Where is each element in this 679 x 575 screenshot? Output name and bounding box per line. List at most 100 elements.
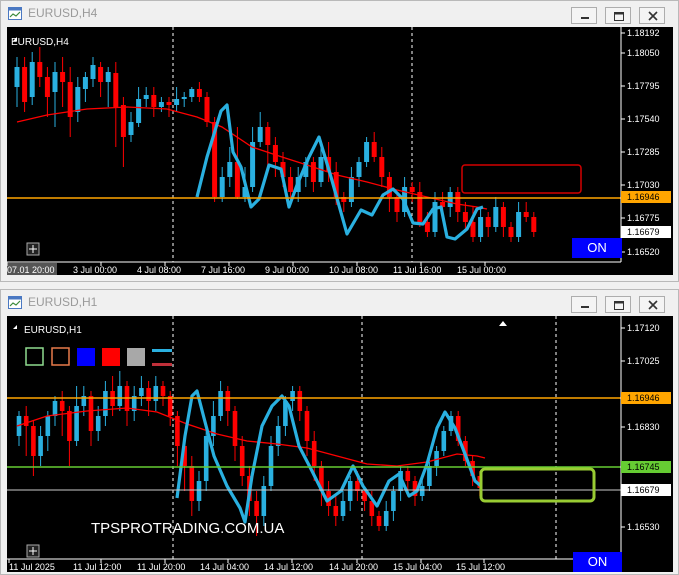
candle: [419, 486, 425, 496]
time-axis-label: 11 Jul 12:00: [73, 562, 121, 572]
candle: [310, 162, 316, 182]
collapse-triangle-icon: [13, 325, 17, 329]
time-axis-label: 10 Jul 08:00: [329, 265, 378, 275]
candle: [113, 73, 119, 107]
on-toggle-button[interactable]: ON: [573, 552, 622, 572]
level-price-label: 1.16946: [627, 192, 660, 202]
time-axis-label: 15 Jul 12:00: [456, 562, 505, 572]
time-axis-label: 15 Jul 00:00: [457, 265, 506, 275]
chart-symbol-label: EURUSD,H1: [24, 325, 82, 336]
current-price-label: 1.16679: [627, 227, 660, 237]
price-axis-label: 1.17795: [627, 81, 660, 91]
color-fill-gray-button[interactable]: [127, 348, 145, 366]
supply-zone-rect[interactable]: [461, 164, 582, 194]
title-bar[interactable]: EURUSD,H1: [1, 290, 678, 316]
price-axis-label: 1.17540: [627, 114, 660, 124]
window-title: EURUSD,H4: [28, 6, 98, 20]
candle: [394, 197, 400, 212]
time-axis-label: 14 Jul 12:00: [264, 562, 313, 572]
color-fill-red-button[interactable]: [102, 348, 120, 366]
demand-zone-rect[interactable]: [479, 467, 596, 503]
title-bar[interactable]: EURUSD,H4: [1, 1, 678, 27]
candle: [257, 127, 263, 142]
candle: [95, 416, 101, 431]
candle: [356, 162, 362, 177]
on-toggle-button[interactable]: ON: [572, 238, 622, 258]
candle: [376, 516, 382, 526]
chart-symbol-label: EURUSD,H4: [11, 37, 69, 48]
color-outline-green-button[interactable]: [25, 347, 44, 366]
candle: [275, 426, 281, 446]
candle: [462, 212, 468, 222]
line-style-button[interactable]: [152, 349, 172, 366]
candle: [45, 416, 51, 436]
candle: [60, 72, 66, 82]
price-axis-label: 1.17285: [627, 147, 660, 157]
color-outline-orange-button[interactable]: [51, 347, 70, 366]
candle: [189, 466, 195, 501]
price-chart-h1[interactable]: EURUSD,H1 1.171201.170251.168301.166301.…: [7, 316, 673, 572]
restore-button[interactable]: [605, 7, 631, 24]
candle: [90, 65, 96, 79]
chart-canvas[interactable]: EURUSD,H1 1.171201.170251.168301.166301.…: [7, 316, 673, 572]
candle: [143, 95, 149, 99]
window-title: EURUSD,H1: [28, 295, 98, 309]
candle: [227, 162, 233, 177]
candle: [139, 388, 144, 396]
candle: [218, 391, 223, 416]
candle: [347, 481, 353, 501]
candle: [493, 207, 499, 227]
candle: [297, 391, 303, 411]
candle: [447, 192, 453, 207]
candle: [31, 426, 36, 456]
candle: [417, 192, 423, 222]
time-axis-label: 7 Jul 16:00: [201, 265, 245, 275]
candle: [405, 471, 411, 481]
add-object-button[interactable]: [26, 242, 40, 256]
candle: [254, 501, 259, 516]
chart-window-h4[interactable]: EURUSD,H4 EURUSD,H4 1.18192 1.18050 1.1779…: [0, 0, 679, 282]
candle: [146, 388, 151, 401]
candle: [333, 506, 339, 516]
candle: [189, 89, 195, 97]
on-toggle-label: ON: [587, 554, 608, 569]
price-axis-label: 1.17030: [627, 180, 660, 190]
candle: [219, 177, 225, 197]
candle: [470, 222, 476, 237]
price-chart-h4[interactable]: EURUSD,H4 1.18192 1.18050 1.17795 1.17540 1.…: [7, 27, 673, 275]
candle: [167, 396, 173, 416]
candle: [508, 227, 514, 237]
time-axis-label: 15 Jul 04:00: [393, 562, 442, 572]
restore-button[interactable]: [605, 296, 631, 313]
candle: [181, 97, 187, 99]
candle: [29, 62, 35, 97]
time-axis-label: 4 Jul 08:00: [137, 265, 181, 275]
candle: [136, 99, 142, 123]
price-axis-label: 1.17120: [627, 323, 660, 333]
candle: [23, 416, 29, 426]
candle: [340, 501, 346, 516]
add-object-button[interactable]: [26, 544, 40, 558]
price-axis-label: 1.18050: [627, 48, 660, 58]
candle: [424, 222, 430, 232]
time-axis-label: 11 Jul 20:00: [137, 562, 185, 572]
candle: [500, 207, 506, 227]
candle: [52, 401, 58, 416]
price-axis-label: 1.16830: [627, 422, 660, 432]
minimize-button[interactable]: [571, 296, 597, 313]
candle: [37, 62, 43, 77]
candle: [531, 217, 537, 232]
color-fill-blue-button[interactable]: [77, 348, 95, 366]
restore-icon: [614, 301, 624, 310]
close-button[interactable]: [639, 7, 665, 24]
candle: [409, 187, 415, 192]
chart-window-icon: [8, 7, 22, 20]
close-button[interactable]: [639, 296, 665, 313]
green-price-label: 1.16745: [627, 462, 660, 472]
candle: [516, 212, 522, 237]
current-price-label: 1.16679: [627, 485, 660, 495]
chart-window-h1[interactable]: EURUSD,H1 EURUSD,H1 1.17120 1.17025 1.16…: [0, 289, 679, 575]
minimize-button[interactable]: [571, 7, 597, 24]
candle: [166, 102, 172, 105]
restore-icon: [614, 12, 624, 21]
